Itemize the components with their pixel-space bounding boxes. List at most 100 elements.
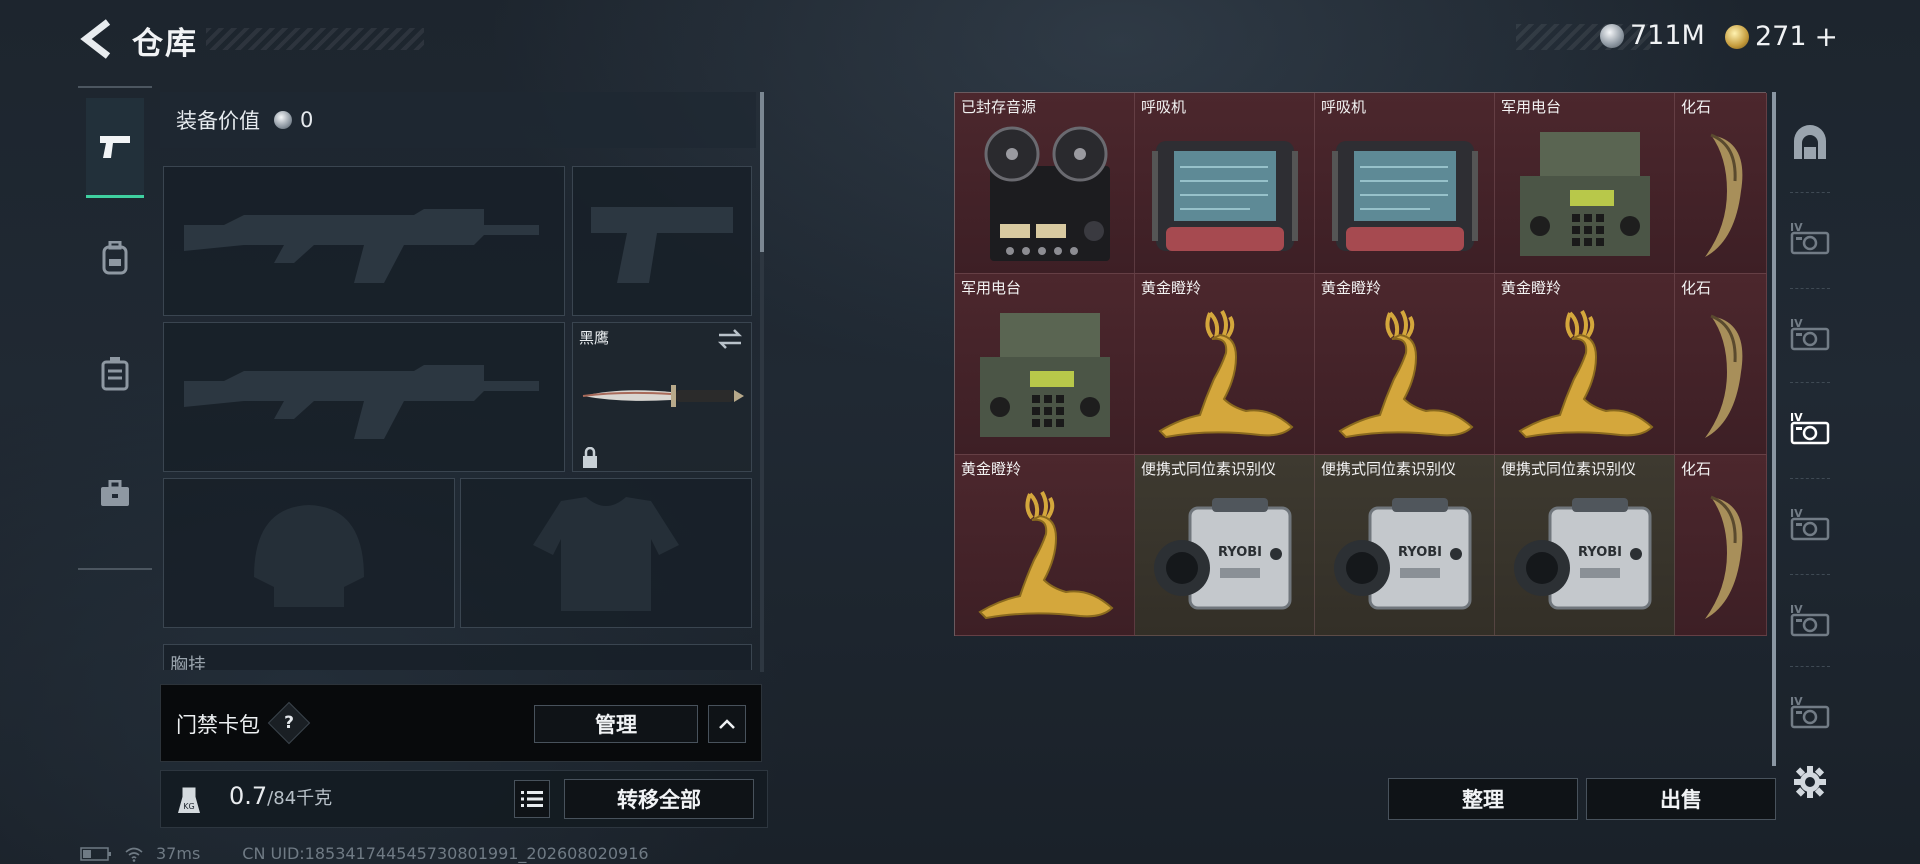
gold-amount: 271	[1755, 21, 1807, 52]
melee-slot[interactable]: 黑鹰	[572, 322, 752, 472]
access-card-bag-label: 门禁卡包	[176, 713, 260, 737]
storage-tab-4[interactable]: IV	[1782, 498, 1838, 554]
latency-text: 37ms	[156, 844, 201, 863]
back-button[interactable]	[78, 18, 116, 60]
isotope-scanner-icon: RYOBI	[1510, 498, 1660, 622]
vest-icon	[101, 357, 129, 391]
sidearm-slot[interactable]	[572, 166, 752, 316]
battery-icon	[80, 846, 111, 861]
tab-vest[interactable]	[86, 324, 144, 424]
arrange-button[interactable]: 整理	[1388, 778, 1578, 820]
svg-text:KG: KG	[183, 802, 194, 811]
helmet-silhouette-icon	[254, 505, 364, 607]
military-radio-icon	[1510, 126, 1660, 270]
help-icon[interactable]: ?	[274, 708, 304, 738]
chevron-up-icon	[719, 719, 735, 729]
lock-icon	[583, 447, 597, 468]
storage-item[interactable]: 呼吸机	[1135, 93, 1315, 274]
storage-item-name: 呼吸机	[1141, 98, 1187, 116]
equipment-panel: 装备价值 0 黑鹰 胸挂	[160, 92, 756, 670]
storage-item[interactable]: 军用电台	[955, 274, 1135, 455]
rail-divider	[1790, 192, 1830, 193]
settings-button[interactable]	[1782, 756, 1838, 812]
storage-scroll-thumb[interactable]	[1772, 92, 1776, 766]
storage-item-name: 黄金瞪羚	[961, 460, 1022, 478]
storage-tab-2[interactable]: IV	[1782, 308, 1838, 364]
pistol-icon	[100, 135, 130, 158]
weight-icon: KG	[168, 778, 210, 822]
ventilator-icon	[1330, 131, 1480, 265]
storage-item[interactable]: 化石	[1675, 455, 1767, 636]
storage-item[interactable]: 已封存音源	[955, 93, 1135, 274]
storage-item[interactable]: 化石	[1675, 93, 1767, 274]
armor-slot[interactable]	[460, 478, 752, 628]
equipment-value: 0	[300, 108, 314, 132]
uid-text: CN UID:185341744545730801991_20260802091…	[242, 844, 649, 863]
equipment-scroll-thumb[interactable]	[760, 92, 764, 252]
storage-item[interactable]: 黄金瞪羚	[1315, 274, 1495, 455]
weight-max: /84千克	[267, 788, 333, 809]
manage-button[interactable]: 管理	[534, 705, 698, 743]
gold-coin-icon	[1725, 24, 1749, 49]
storage-tab-rail: IV IV IV IV IV IV	[1782, 106, 1838, 798]
storage-item-name: 便携式同位素识别仪	[1501, 460, 1637, 478]
page-title: 仓库	[132, 26, 198, 62]
storage-tab-3[interactable]: IV	[1782, 402, 1838, 458]
secondary-weapon-slot[interactable]	[163, 322, 565, 472]
status-bar: 37ms CN UID:185341744545730801991_202608…	[80, 844, 649, 863]
storage-item[interactable]: 化石	[1675, 274, 1767, 455]
tab-weapons[interactable]	[86, 98, 144, 198]
storage-item[interactable]: 军用电台	[1495, 93, 1675, 274]
wifi-icon	[125, 847, 143, 862]
chest-rig-slot[interactable]: 胸挂	[163, 644, 752, 670]
ventilator-icon	[1150, 131, 1300, 265]
isotope-scanner-icon: RYOBI	[1150, 498, 1300, 622]
sell-button[interactable]: 出售	[1586, 778, 1776, 820]
storage-tab-1[interactable]: IV	[1782, 212, 1838, 268]
add-currency-button[interactable]: +	[1815, 20, 1838, 53]
svg-text:RYOBI: RYOBI	[1398, 545, 1442, 560]
isotope-scanner-icon: RYOBI	[1330, 498, 1480, 622]
swap-icon[interactable]	[717, 329, 743, 349]
expand-button[interactable]	[708, 705, 746, 743]
storage-grid: 已封存音源 呼吸机 呼吸机 军用电台 化石 军用电台 黄金瞪羚 黄金瞪羚 黄金瞪羚 化石 黄金瞪羚便…	[954, 92, 1767, 636]
helmet-slot[interactable]	[163, 478, 455, 628]
storage-item-name: 军用电台	[1501, 98, 1562, 116]
storage-item[interactable]: 便携式同位素识别仪 RYOBI	[1495, 455, 1675, 636]
storage-item[interactable]: 便携式同位素识别仪 RYOBI	[1135, 455, 1315, 636]
storage-item[interactable]: 黄金瞪羚	[955, 455, 1135, 636]
equipment-value-header: 装备价值 0	[160, 92, 756, 148]
safe-icon: IV	[1788, 315, 1832, 357]
storage-tab-5[interactable]: IV	[1782, 594, 1838, 650]
chest-rig-label: 胸挂	[170, 655, 206, 670]
svg-text:RYOBI: RYOBI	[1578, 545, 1622, 560]
melee-item-name: 黑鹰	[579, 329, 610, 347]
storage-item-name: 黄金瞪羚	[1321, 279, 1382, 297]
title-hatch-decoration	[206, 28, 424, 50]
transfer-all-button[interactable]: 转移全部	[564, 779, 754, 819]
storage-tab-6[interactable]: IV	[1782, 686, 1838, 742]
gear-icon	[1793, 765, 1827, 803]
storage-item-name: 便携式同位素识别仪	[1321, 460, 1457, 478]
storage-item-name: 化石	[1681, 98, 1712, 116]
storage-tab-all[interactable]	[1782, 116, 1838, 172]
storage-item[interactable]: 黄金瞪羚	[1495, 274, 1675, 455]
fossil-claw-icon	[1691, 131, 1751, 265]
storage-item[interactable]: 黄金瞪羚	[1135, 274, 1315, 455]
arch-icon	[1790, 123, 1830, 165]
armor-silhouette-icon	[533, 497, 679, 611]
storage-item[interactable]: 呼吸机	[1315, 93, 1495, 274]
backpack-icon	[102, 241, 128, 275]
list-view-button[interactable]	[514, 780, 550, 818]
storage-item[interactable]: 便携式同位素识别仪 RYOBI	[1315, 455, 1495, 636]
tab-case[interactable]	[86, 444, 144, 544]
primary-weapon-slot[interactable]	[163, 166, 565, 316]
category-rail	[78, 86, 152, 570]
rail-divider	[1790, 288, 1830, 289]
safe-icon: IV	[1788, 219, 1832, 261]
silver-coin-icon	[1600, 23, 1624, 48]
tab-backpack[interactable]	[86, 208, 144, 308]
storage-item-name: 黄金瞪羚	[1141, 279, 1202, 297]
storage-item-name: 呼吸机	[1321, 98, 1367, 116]
fossil-claw-icon	[1691, 312, 1751, 446]
